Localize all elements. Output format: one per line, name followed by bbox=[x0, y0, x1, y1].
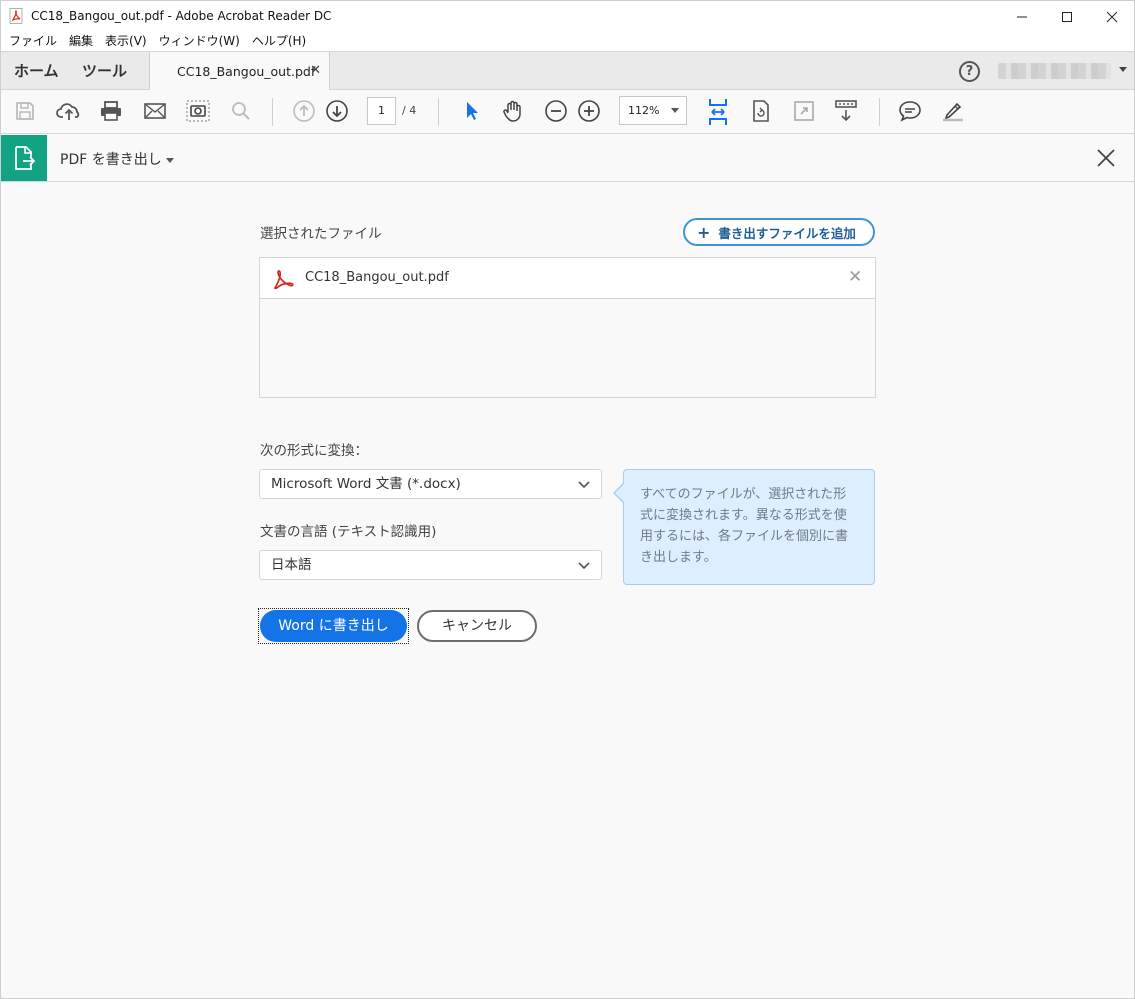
export-pdf-tool-icon bbox=[0, 135, 47, 181]
close-tool-icon[interactable] bbox=[1095, 147, 1117, 169]
toolbar-divider bbox=[879, 98, 880, 126]
email-icon[interactable] bbox=[142, 98, 168, 124]
highlight-pen-icon[interactable] bbox=[940, 98, 966, 124]
export-to-word-label: Word に書き出し bbox=[260, 610, 407, 642]
menu-edit[interactable]: 編集 bbox=[63, 31, 99, 51]
save-icon[interactable] bbox=[12, 98, 38, 124]
upload-cloud-icon[interactable] bbox=[56, 98, 82, 124]
full-screen-icon[interactable] bbox=[791, 98, 817, 124]
snapshot-camera-icon[interactable] bbox=[185, 98, 211, 124]
hand-tool-icon[interactable] bbox=[500, 98, 526, 124]
tab-tools[interactable]: ツール bbox=[82, 52, 127, 90]
language-select[interactable]: 日本語 bbox=[259, 550, 602, 580]
caret-down-icon bbox=[165, 157, 174, 163]
format-select-value: Microsoft Word 文書 (*.docx) bbox=[271, 476, 461, 492]
language-select-value: 日本語 bbox=[271, 557, 312, 573]
maximize-button[interactable] bbox=[1044, 1, 1090, 32]
chevron-down-icon bbox=[578, 562, 590, 570]
chevron-down-icon bbox=[578, 481, 590, 489]
window-title: CC18_Bangou_out.pdf - Adobe Acrobat Read… bbox=[31, 9, 332, 23]
pdf-file-icon bbox=[272, 268, 294, 290]
title-bar: CC18_Bangou_out.pdf - Adobe Acrobat Read… bbox=[0, 0, 1135, 31]
menu-help[interactable]: ヘルプ(H) bbox=[246, 31, 312, 51]
fit-width-icon[interactable] bbox=[704, 97, 732, 127]
file-name: CC18_Bangou_out.pdf bbox=[305, 270, 449, 285]
add-files-label: 書き出すファイルを追加 bbox=[718, 225, 856, 241]
toolbar-divider bbox=[438, 98, 439, 126]
rotate-page-icon[interactable] bbox=[748, 98, 774, 124]
main-toolbar bbox=[0, 90, 1135, 134]
zoom-select[interactable]: 112% bbox=[619, 96, 687, 125]
plus-icon: + bbox=[697, 222, 711, 242]
format-select[interactable]: Microsoft Word 文書 (*.docx) bbox=[259, 469, 602, 499]
help-icon[interactable]: ? bbox=[959, 61, 980, 82]
zoom-out-icon[interactable] bbox=[543, 98, 569, 124]
file-list: CC18_Bangou_out.pdf ✕ bbox=[259, 257, 876, 398]
minimize-button[interactable] bbox=[999, 1, 1045, 32]
previous-page-icon[interactable] bbox=[291, 98, 317, 124]
print-icon[interactable] bbox=[98, 98, 124, 124]
page-total: / 4 bbox=[402, 104, 417, 117]
remove-file-icon[interactable]: ✕ bbox=[848, 267, 862, 287]
list-item[interactable]: CC18_Bangou_out.pdf ✕ bbox=[260, 258, 875, 299]
export-to-word-button[interactable]: Word に書き出し bbox=[258, 608, 409, 644]
document-tab-label: CC18_Bangou_out.pdf bbox=[177, 64, 316, 79]
info-callout: すべてのファイルが、選択された形式に変換されます。異なる形式を使用するには、各フ… bbox=[613, 469, 875, 585]
account-caret-icon[interactable] bbox=[1119, 67, 1127, 72]
scroll-mode-icon[interactable] bbox=[833, 98, 859, 124]
comment-icon[interactable] bbox=[897, 98, 923, 124]
convert-to-label: 次の形式に変換： bbox=[260, 443, 368, 459]
menu-window[interactable]: ウィンドウ(W) bbox=[153, 31, 246, 51]
close-window-button[interactable] bbox=[1089, 1, 1135, 32]
tool-title-dropdown[interactable]: PDF を書き出し bbox=[60, 149, 174, 169]
tab-document[interactable]: CC18_Bangou_out.pdf ✕ bbox=[149, 52, 330, 91]
language-label: 文書の言語 (テキスト認識用) bbox=[260, 524, 437, 540]
next-page-icon[interactable] bbox=[324, 98, 350, 124]
acrobat-pdf-icon bbox=[9, 8, 25, 24]
tool-header: PDF を書き出し bbox=[0, 135, 1135, 182]
menu-bar: ファイル 編集 表示(V) ウィンドウ(W) ヘルプ(H) bbox=[0, 31, 1135, 51]
tab-bar: ホーム ツール CC18_Bangou_out.pdf ✕ ? bbox=[0, 51, 1135, 91]
menu-view[interactable]: 表示(V) bbox=[99, 31, 153, 51]
tab-home[interactable]: ホーム bbox=[14, 52, 59, 90]
toolbar-divider bbox=[272, 98, 273, 126]
selected-files-label: 選択されたファイル bbox=[260, 226, 382, 242]
zoom-value: 112% bbox=[628, 104, 660, 117]
cancel-button[interactable]: キャンセル bbox=[417, 610, 537, 642]
page-number-input[interactable]: 1 bbox=[367, 97, 396, 125]
zoom-in-icon[interactable] bbox=[576, 98, 602, 124]
account-name-redacted[interactable] bbox=[998, 63, 1111, 79]
search-icon[interactable] bbox=[228, 98, 254, 124]
tool-title: PDF を書き出し bbox=[60, 152, 162, 168]
close-tab-icon[interactable]: ✕ bbox=[310, 63, 321, 78]
add-files-button[interactable]: + 書き出すファイルを追加 bbox=[683, 218, 875, 246]
menu-file[interactable]: ファイル bbox=[3, 31, 63, 51]
chevron-down-icon bbox=[671, 108, 679, 113]
select-cursor-icon[interactable] bbox=[458, 98, 484, 124]
